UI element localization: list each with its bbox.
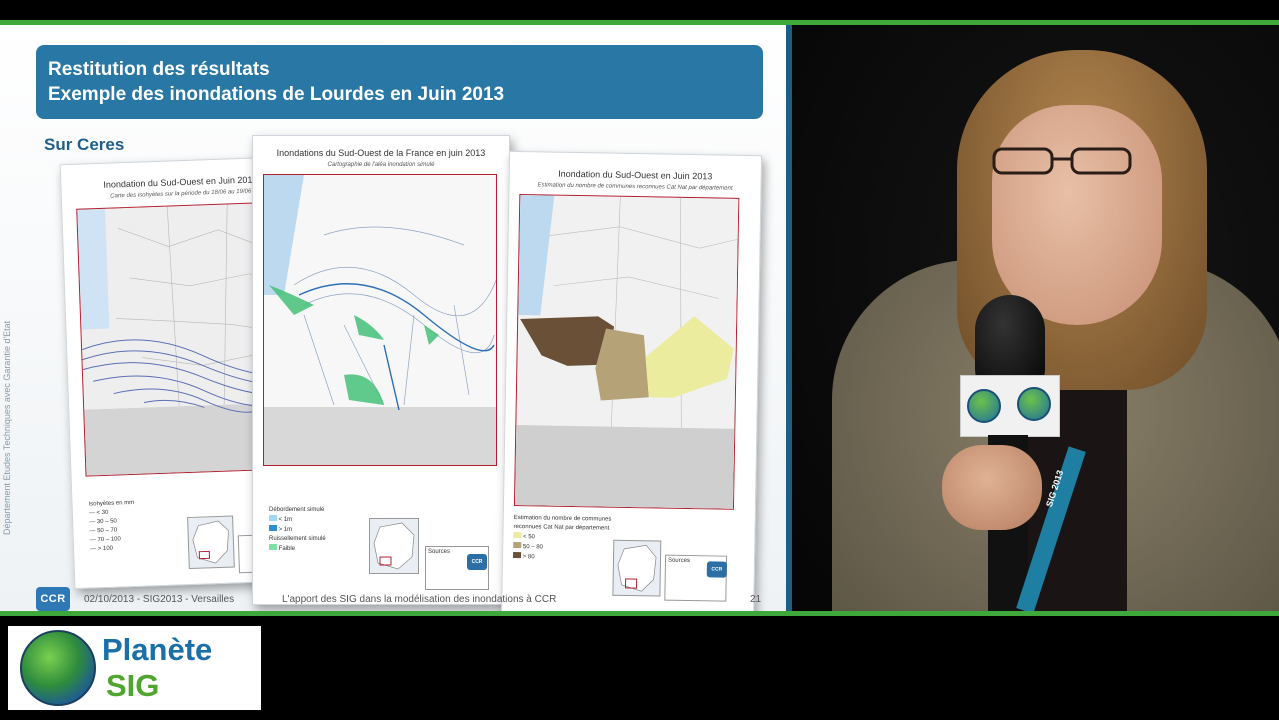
brand-name-line-2: SIG	[106, 668, 160, 703]
map-title: Inondations du Sud-Ouest de la France en…	[276, 148, 486, 158]
catnat-map-graphic	[514, 195, 740, 510]
france-inset-graphic	[617, 544, 657, 592]
map-card-catnat: Inondation du Sud-Ouest en Juin 2013 Est…	[500, 150, 763, 626]
speaker-face	[992, 105, 1162, 325]
globe-logo-icon	[1017, 387, 1051, 421]
map-flood-hazard	[263, 174, 497, 466]
legend-item: > 1m	[269, 525, 326, 535]
legend-item: — > 100	[90, 545, 114, 553]
map-catnat	[513, 194, 740, 510]
ccr-mini-logo: CCR	[467, 554, 487, 570]
slide-title-box: Restitution des résultats Exemple des in…	[36, 45, 763, 119]
map-card-flood-hazard: Inondations du Sud-Ouest de la France en…	[252, 135, 510, 605]
brand-name-line-1: Planète	[102, 632, 213, 667]
planete-sig-logo: Planète SIG	[8, 626, 261, 710]
legend-title: Ruissellement simulé	[269, 536, 326, 542]
slide-title-line-1: Restitution des résultats	[48, 59, 270, 80]
top-letterbox	[0, 0, 1279, 20]
source-label: Sources	[428, 549, 451, 555]
map-legend: Débordement simulé < 1m > 1m Ruisselleme…	[269, 506, 326, 554]
legend-item: Faible	[269, 544, 326, 554]
slide-side-text: Département Etudes Techniques avec Garan…	[2, 320, 12, 535]
legend-title: Débordement simulé	[269, 507, 325, 513]
flood-hazard-map-graphic	[264, 175, 496, 465]
slide-footer-date-event: 02/10/2013 - SIG2013 - Versailles	[84, 594, 235, 605]
legend-item: > 80	[513, 551, 623, 564]
map-subtitle: Estimation du nombre de communes reconnu…	[537, 182, 733, 192]
slide-subheading: Sur Ceres	[44, 135, 125, 154]
glasses-icon	[992, 147, 1132, 175]
globe-icon	[20, 630, 96, 706]
legend-item: < 1m	[269, 515, 326, 525]
speaker-hand	[942, 445, 1042, 530]
speaker-video: SIG 2013	[792, 25, 1279, 611]
source-label: Sources	[667, 557, 691, 565]
microphone-flag	[960, 375, 1060, 437]
map-title: Inondation du Sud-Ouest en Juin 2013	[558, 168, 713, 182]
legend-title: Isohyètes en mm	[88, 499, 135, 508]
map-subtitle: Cartographie de l'aléa inondation simulé	[327, 162, 435, 168]
slide-footer-caption: L'apport des SIG dans la modélisation de…	[282, 594, 557, 605]
map-legend: Isohyètes en mm — < 30 — 30 – 50 — 50 – …	[88, 499, 136, 555]
slide-title-line-2: Exemple des inondations de Lourdes en Ju…	[48, 84, 505, 105]
france-inset-map	[612, 539, 662, 597]
ccr-mini-logo: CCR	[706, 561, 727, 578]
france-inset-graphic	[192, 520, 229, 564]
presentation-slide: Restitution des résultats Exemple des in…	[0, 25, 786, 626]
globe-logo-icon	[967, 389, 1001, 423]
france-inset-map	[187, 515, 235, 570]
slide-page-number: 21	[750, 594, 762, 605]
legend-title: Estimation du nombre de communes reconnu…	[513, 514, 612, 532]
broadcast-frame: Restitution des résultats Exemple des in…	[0, 0, 1279, 720]
map-legend: Estimation du nombre de communes reconnu…	[513, 514, 624, 564]
france-inset-graphic	[373, 522, 415, 570]
france-inset-map	[369, 518, 419, 574]
ccr-logo: CCR	[36, 587, 70, 611]
